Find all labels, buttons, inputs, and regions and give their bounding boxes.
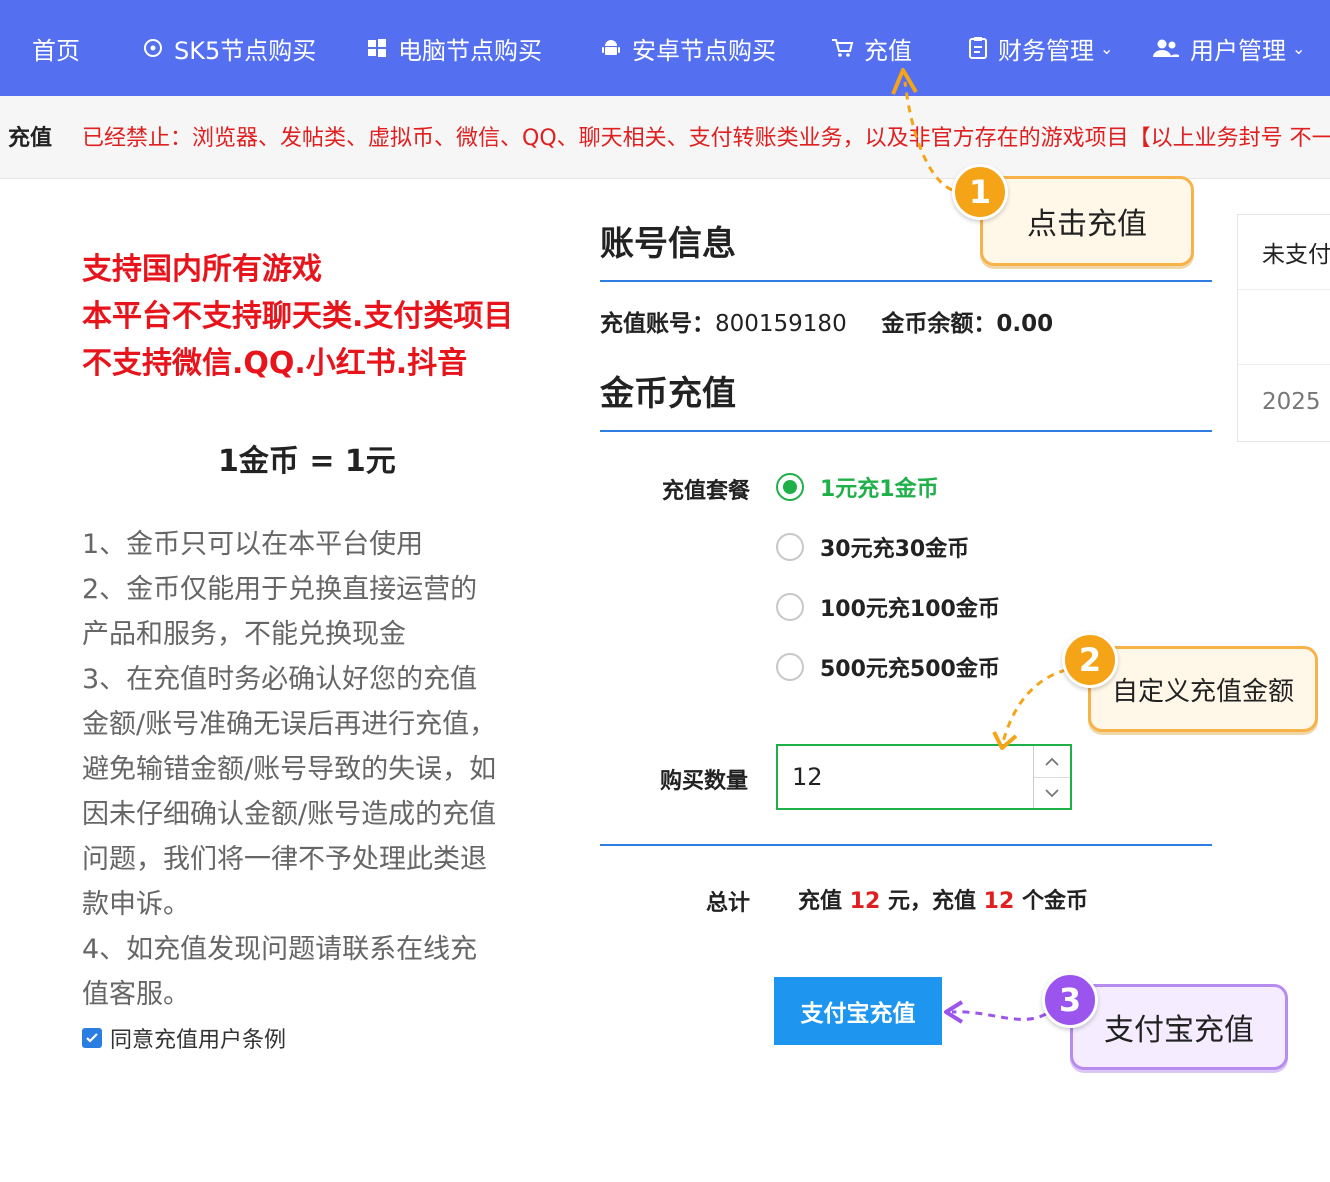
clipboard-icon	[969, 37, 987, 59]
divider	[600, 844, 1212, 846]
chevron-down-icon: ⌄	[1100, 38, 1114, 58]
package-option-label: 500元充500金币	[820, 657, 1000, 682]
account-value: 800159180	[715, 311, 847, 337]
balance-label: 金币余额：	[881, 311, 997, 337]
order-date: 2025	[1262, 389, 1321, 415]
nav-users-label: 用户管理	[1190, 36, 1286, 65]
rules-list: 1、金币只可以在本平台使用 2、金币仅能用于兑换直接运营的产品和服务，不能兑换现…	[82, 522, 502, 1017]
nav-users[interactable]: 用户管理 ⌄	[1152, 0, 1305, 96]
annotation-callout-2: 自定义充值金额	[1088, 646, 1318, 732]
annotation-callout-3: 支付宝充值	[1070, 984, 1288, 1070]
annotation-badge-1: 1	[952, 164, 1008, 220]
nav-sk5[interactable]: SK5节点购买	[142, 0, 316, 96]
account-label: 充值账号：	[600, 311, 715, 337]
annotation-badge-2: 2	[1062, 632, 1118, 688]
nav-finance[interactable]: 财务管理 ⌄	[968, 0, 1113, 96]
package-option-500[interactable]: 500元充500金币	[776, 651, 1000, 683]
package-option-label: 100元充100金币	[820, 597, 1000, 622]
promo-text: 支持国内所有游戏 本平台不支持聊天类.支付类项目 不支持微信.QQ.小红书.抖音	[82, 246, 513, 387]
nav-pc-label: 电脑节点购买	[398, 36, 542, 65]
account-line: 充值账号：800159180 金币余额：0.00	[600, 304, 1053, 338]
order-empty-row	[1238, 290, 1330, 365]
total-label: 总计	[706, 891, 751, 916]
package-option-label: 1元充1金币	[820, 477, 939, 502]
promo-line: 不支持微信.QQ.小红书.抖音	[82, 346, 468, 381]
radio-button[interactable]	[776, 533, 804, 561]
quantity-stepper[interactable]	[776, 744, 1072, 810]
order-side-card: 未支付 2025	[1237, 214, 1330, 442]
nav-android-label: 安卓节点购买	[632, 36, 776, 65]
nav-finance-label: 财务管理	[998, 36, 1094, 65]
nav-home[interactable]: 首页	[32, 0, 80, 96]
package-option-100[interactable]: 100元充100金币	[776, 591, 1000, 623]
total-prefix: 充值	[798, 889, 843, 914]
nav-sk5-label: SK5节点购买	[174, 36, 317, 65]
account-section-title: 账号信息	[600, 224, 736, 264]
rule-item: 3、在充值时务必确认好您的充值金额/账号准确无误后再进行充值，避免输错金额/账号…	[82, 664, 497, 920]
sync-icon	[144, 39, 162, 57]
agree-terms[interactable]: 同意充值用户条例	[82, 1022, 286, 1054]
quantity-input[interactable]	[778, 746, 1034, 808]
nav-recharge-label: 充值	[864, 36, 912, 65]
promo-line: 支持国内所有游戏	[82, 252, 322, 287]
increment-button[interactable]	[1034, 746, 1070, 778]
radio-button[interactable]	[776, 473, 804, 501]
total-summary: 充值 12 元，充值 12 个金币	[798, 883, 1088, 915]
alipay-recharge-button[interactable]: 支付宝充值	[774, 977, 942, 1045]
promo-line: 本平台不支持聊天类.支付类项目	[82, 299, 514, 334]
agree-checkbox[interactable]	[82, 1028, 102, 1048]
chevron-down-icon: ⌄	[1292, 38, 1306, 58]
decrement-button[interactable]	[1034, 778, 1070, 809]
rule-item: 2、金币仅能用于兑换直接运营的产品和服务，不能兑换现金	[82, 574, 478, 650]
cart-icon	[832, 39, 854, 57]
notice-bar: 充值 已经禁止：浏览器、发帖类、虚拟币、微信、QQ、聊天相关、支付转账类业务，以…	[0, 96, 1330, 179]
annotation-text: 自定义充值金额	[1111, 676, 1294, 707]
recharge-section-title: 金币充值	[600, 374, 736, 414]
total-mid: 元，充值	[887, 889, 976, 914]
annotation-badge-3: 3	[1042, 972, 1098, 1028]
nav-pc[interactable]: 电脑节点购买	[366, 0, 542, 96]
divider	[600, 430, 1212, 432]
package-option-1[interactable]: 1元充1金币	[776, 471, 939, 503]
total-amount: 12	[849, 889, 881, 914]
windows-icon	[368, 39, 386, 57]
total-coins: 12	[983, 889, 1015, 914]
stepper-controls[interactable]	[1033, 746, 1070, 808]
nav-recharge[interactable]: 充值	[830, 0, 912, 96]
package-option-30[interactable]: 30元充30金币	[776, 531, 969, 563]
radio-button[interactable]	[776, 593, 804, 621]
notice-marquee: 已经禁止：浏览器、发帖类、虚拟币、微信、QQ、聊天相关、支付转账类业务，以及非官…	[82, 126, 1330, 151]
notice-label: 充值	[8, 126, 53, 151]
android-icon	[602, 40, 620, 55]
agree-label: 同意充值用户条例	[110, 1028, 287, 1053]
nav-home-label: 首页	[32, 36, 80, 65]
exchange-rate: 1金币 = 1元	[218, 444, 396, 479]
quantity-label: 购买数量	[660, 769, 749, 794]
annotation-callout-1: 点击充值	[980, 176, 1194, 266]
radio-button[interactable]	[776, 653, 804, 681]
divider	[600, 280, 1212, 282]
package-option-label: 30元充30金币	[820, 537, 970, 562]
top-navbar: 首页 SK5节点购买 电脑节点购买 安卓节点购买 充值 财务管理 ⌄ 用户管理 …	[0, 0, 1330, 96]
total-suffix: 个金币	[1021, 889, 1088, 914]
order-status: 未支付	[1238, 215, 1330, 290]
check-icon	[86, 1033, 98, 1043]
annotation-text: 点击充值	[1027, 207, 1147, 242]
chevron-up-icon	[1045, 757, 1059, 766]
balance-value: 0.00	[996, 311, 1054, 337]
package-label: 充值套餐	[662, 479, 751, 504]
nav-android[interactable]: 安卓节点购买	[600, 0, 776, 96]
users-icon	[1153, 39, 1179, 57]
annotation-text: 支付宝充值	[1104, 1013, 1254, 1048]
rule-item: 1、金币只可以在本平台使用	[82, 529, 424, 560]
rule-item: 4、如充值发现问题请联系在线充值客服。	[82, 934, 478, 1010]
chevron-down-icon	[1045, 789, 1059, 798]
